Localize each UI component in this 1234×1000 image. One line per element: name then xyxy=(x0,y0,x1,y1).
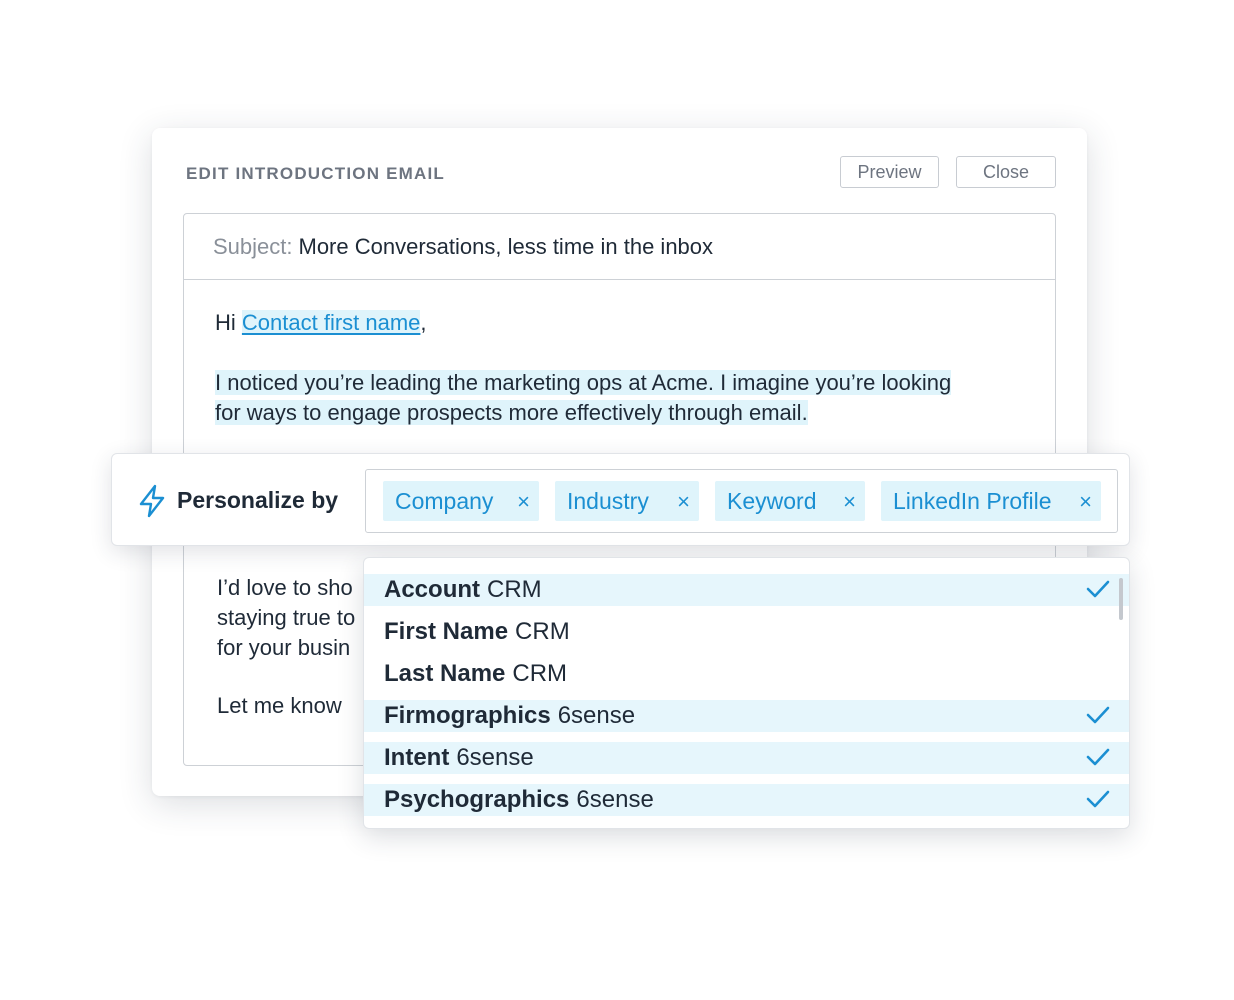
paragraph-line: I noticed you’re leading the marketing o… xyxy=(215,368,952,398)
greeting-line: Hi Contact first name, xyxy=(215,308,427,338)
chip-label: Keyword xyxy=(727,487,817,514)
subject-label: Subject: xyxy=(213,233,293,259)
option-name: Psychographics xyxy=(384,786,570,813)
chip-industry[interactable]: Industry × xyxy=(555,481,699,521)
option-source: CRM xyxy=(512,660,568,687)
personalized-sentence-line-1[interactable]: I noticed you’re leading the marketing o… xyxy=(215,370,952,395)
option-name: Firmographics xyxy=(384,702,551,729)
option-psychographics[interactable]: Psychographics 6sense xyxy=(364,784,1129,816)
remove-chip-icon[interactable]: × xyxy=(677,489,690,515)
paragraph-line: staying true to xyxy=(217,605,356,630)
option-source: CRM xyxy=(515,618,570,645)
check-icon xyxy=(1086,748,1110,766)
paragraph-line: I’d love to sho xyxy=(217,575,353,600)
option-name: Last Name xyxy=(384,660,506,687)
subject-value[interactable]: More Conversations, less time in the inb… xyxy=(299,234,714,260)
greeting-punct: , xyxy=(420,310,427,335)
personalize-options-dropdown: Account CRM First Name CRM Last Name CRM Fi… xyxy=(363,557,1130,829)
check-icon xyxy=(1086,790,1110,808)
remove-chip-icon[interactable]: × xyxy=(1079,489,1092,515)
card-title: EDIT INTRODUCTION EMAIL xyxy=(186,164,445,183)
option-source: CRM xyxy=(487,576,542,603)
paragraph-line: for ways to engage prospects more effect… xyxy=(215,398,808,428)
remove-chip-icon[interactable]: × xyxy=(517,489,530,515)
option-last-name[interactable]: Last Name CRM xyxy=(364,658,1129,690)
paragraph-line: for your busin xyxy=(217,635,351,660)
chip-label: Company xyxy=(395,487,494,514)
personalized-sentence-line-2[interactable]: for ways to engage prospects more effect… xyxy=(215,400,808,425)
close-button[interactable]: Close xyxy=(956,156,1056,188)
chip-company[interactable]: Company × xyxy=(383,481,539,521)
option-name: Intent xyxy=(384,744,450,771)
option-name: First Name xyxy=(384,618,509,645)
contact-first-name-token[interactable]: Contact first name xyxy=(241,310,421,335)
option-account[interactable]: Account CRM xyxy=(364,574,1129,606)
option-firmographics[interactable]: Firmographics 6sense xyxy=(364,700,1129,732)
paragraph-line: Let me know xyxy=(217,693,342,718)
option-source: 6sense xyxy=(456,744,534,771)
check-icon xyxy=(1086,580,1110,598)
lightning-bolt-icon xyxy=(139,484,165,518)
chip-label: LinkedIn Profile xyxy=(893,487,1052,514)
option-name: Account xyxy=(384,576,480,603)
check-icon xyxy=(1086,706,1110,724)
dropdown-scrollbar[interactable] xyxy=(1119,578,1123,620)
personalize-chip-input[interactable]: Company × Industry × Keyword × LinkedIn … xyxy=(365,469,1118,533)
subject-row[interactable]: Subject: More Conversations, less time i… xyxy=(184,214,1055,280)
option-intent[interactable]: Intent 6sense xyxy=(364,742,1129,774)
personalize-label: Personalize by xyxy=(177,487,339,513)
greeting-text: Hi xyxy=(215,310,236,335)
option-source: 6sense xyxy=(557,702,636,729)
option-first-name[interactable]: First Name CRM xyxy=(364,616,1129,648)
chip-keyword[interactable]: Keyword × xyxy=(715,481,865,521)
preview-button[interactable]: Preview xyxy=(840,156,939,188)
chip-linkedin-profile[interactable]: LinkedIn Profile × xyxy=(881,481,1101,521)
personalize-bar: Personalize by Company × Industry × Keyw… xyxy=(111,453,1130,546)
chip-label: Industry xyxy=(567,487,649,514)
option-source: 6sense xyxy=(576,786,654,813)
remove-chip-icon[interactable]: × xyxy=(843,489,856,515)
